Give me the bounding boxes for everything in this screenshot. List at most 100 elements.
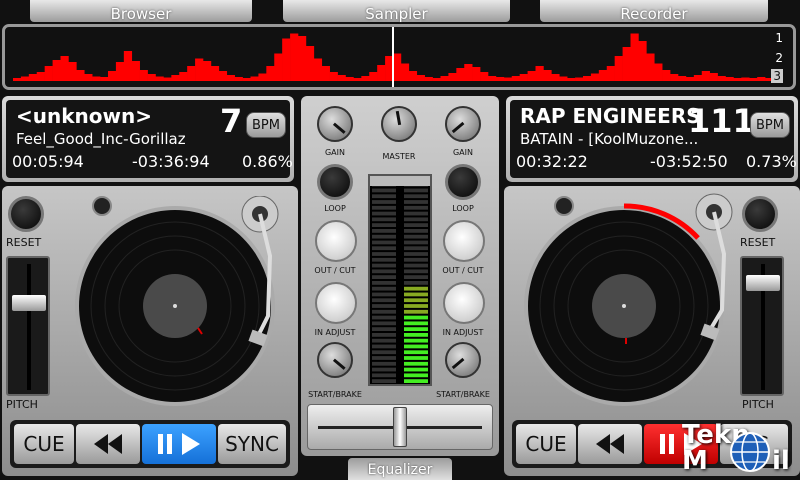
tab-equalizer[interactable]: Equalizer xyxy=(348,458,452,480)
deck-left-cue-button[interactable]: CUE xyxy=(14,424,74,464)
deck-left-rewind-button[interactable] xyxy=(76,424,140,464)
deck-right-pitch-label: PITCH xyxy=(742,398,774,411)
tab-recorder[interactable]: Recorder xyxy=(540,0,768,23)
tab-browser[interactable]: Browser xyxy=(30,0,252,23)
tab-sampler[interactable]: Sampler xyxy=(283,0,510,23)
meter-left-segment xyxy=(372,223,396,227)
waveform-peak xyxy=(28,74,38,81)
waveform-peak xyxy=(757,77,766,81)
crossfader[interactable] xyxy=(307,404,493,450)
gain-right-knob[interactable] xyxy=(445,106,481,142)
waveform-peak xyxy=(567,78,576,81)
in-adjust-left-pad[interactable] xyxy=(315,282,357,324)
meter-left-segment xyxy=(372,252,396,256)
deck-left-transport: CUE SYNC xyxy=(10,420,290,468)
waveform-peak xyxy=(701,71,710,81)
waveform-peak xyxy=(290,33,299,81)
deck-right-bpm-button[interactable]: BPM xyxy=(750,112,790,138)
deck-right-pitch-slider[interactable] xyxy=(740,256,784,396)
meter-right-segment xyxy=(404,257,428,262)
waveform-peak xyxy=(282,38,291,81)
meter-left-segment xyxy=(372,275,396,279)
meter-right-segment xyxy=(404,200,428,204)
deck-right-reset-button[interactable] xyxy=(742,196,778,232)
marker-2[interactable]: 2 xyxy=(775,51,783,65)
waveform-peak xyxy=(115,62,125,81)
deck-left-turntable[interactable] xyxy=(70,196,280,410)
marker-3[interactable]: 3 xyxy=(771,69,783,83)
waveform-peak xyxy=(503,77,513,81)
waveform-peak xyxy=(440,76,449,81)
deck-left-bpm-button[interactable]: BPM xyxy=(246,112,286,138)
meter-left-segment xyxy=(372,269,396,274)
deck-right-turntable[interactable] xyxy=(518,190,734,412)
loop-right-button[interactable] xyxy=(445,164,481,200)
out-cut-right-pad[interactable] xyxy=(443,220,485,262)
level-meter[interactable] xyxy=(368,174,432,386)
deck-right-bpm: 111 xyxy=(688,102,755,140)
meter-left-segment xyxy=(372,338,396,343)
meter-left-segment xyxy=(372,321,396,326)
deck-left-play-pause-button[interactable] xyxy=(142,424,216,464)
waveform-peak xyxy=(472,67,481,81)
in-adjust-right-label: IN ADJUST xyxy=(442,328,484,337)
waveform-peak xyxy=(488,76,497,81)
waveform-peak xyxy=(298,36,307,81)
waveform-peak xyxy=(646,53,655,81)
loop-left-label: LOOP xyxy=(324,204,346,213)
deck-left-pitch-slider[interactable] xyxy=(6,256,50,396)
waveform-peak xyxy=(559,76,568,81)
loop-right-label: LOOP xyxy=(452,204,474,213)
deck-left: RESET PITCH CUE SYNC xyxy=(2,186,298,476)
meter-right-segment xyxy=(404,309,428,314)
deck-right-pitch-handle[interactable] xyxy=(746,275,780,291)
deck-left-reset-button[interactable] xyxy=(8,196,44,232)
out-cut-left-label: OUT / CUT xyxy=(314,266,356,275)
master-knob[interactable] xyxy=(381,106,417,142)
meter-right-segment xyxy=(404,327,428,331)
waveform-peak xyxy=(622,47,631,81)
marker-1[interactable]: 1 xyxy=(775,31,783,45)
deck-right-rewind-button[interactable] xyxy=(578,424,642,464)
meter-left-segment xyxy=(372,333,396,337)
deck-left-pitch-handle[interactable] xyxy=(12,294,46,311)
out-cut-right-label: OUT / CUT xyxy=(442,266,484,275)
start-brake-right-knob[interactable] xyxy=(445,342,481,378)
waveform-peak xyxy=(266,66,275,81)
meter-left-segment xyxy=(372,211,396,216)
crossfader-handle[interactable] xyxy=(393,407,407,447)
gain-left-label: GAIN xyxy=(324,148,345,157)
gain-left-knob[interactable] xyxy=(317,106,353,142)
deck-right-cue-button[interactable]: CUE xyxy=(516,424,576,464)
meter-right-segment xyxy=(404,361,428,366)
out-cut-left-pad[interactable] xyxy=(315,220,357,262)
waveform-peak xyxy=(464,64,473,81)
waveform-peak xyxy=(100,77,109,81)
waveform-peak xyxy=(321,66,330,81)
meter-left-segment xyxy=(372,379,396,383)
watermark-text-bottom-end: il xyxy=(772,446,790,476)
waveform-peak xyxy=(480,72,489,81)
waveform-peak xyxy=(583,76,592,81)
waveform-peak xyxy=(52,60,61,81)
waveform-peak xyxy=(709,73,718,81)
start-brake-left-knob[interactable] xyxy=(317,342,353,378)
waveform-peak xyxy=(495,77,505,81)
waveform-peak xyxy=(590,73,600,81)
waveform-overview[interactable]: 1 2 3 xyxy=(2,24,796,90)
waveform-peak xyxy=(13,78,22,81)
loop-left-button[interactable] xyxy=(317,164,353,200)
waveform-peak xyxy=(662,70,671,81)
meter-right-segment xyxy=(404,246,428,251)
in-adjust-right-pad[interactable] xyxy=(443,282,485,324)
deck-left-sync-button[interactable]: SYNC xyxy=(218,424,286,464)
meter-right-segment xyxy=(404,229,428,233)
waveform-graph xyxy=(13,27,774,87)
meter-right-segment xyxy=(404,315,428,320)
waveform-peak xyxy=(313,58,323,81)
waveform-peak xyxy=(179,72,188,81)
deck-left-reset-label: RESET xyxy=(6,236,42,249)
in-adjust-left-label: IN ADJUST xyxy=(314,328,356,337)
waveform-peak xyxy=(123,51,133,81)
waveform-peak xyxy=(685,77,695,81)
